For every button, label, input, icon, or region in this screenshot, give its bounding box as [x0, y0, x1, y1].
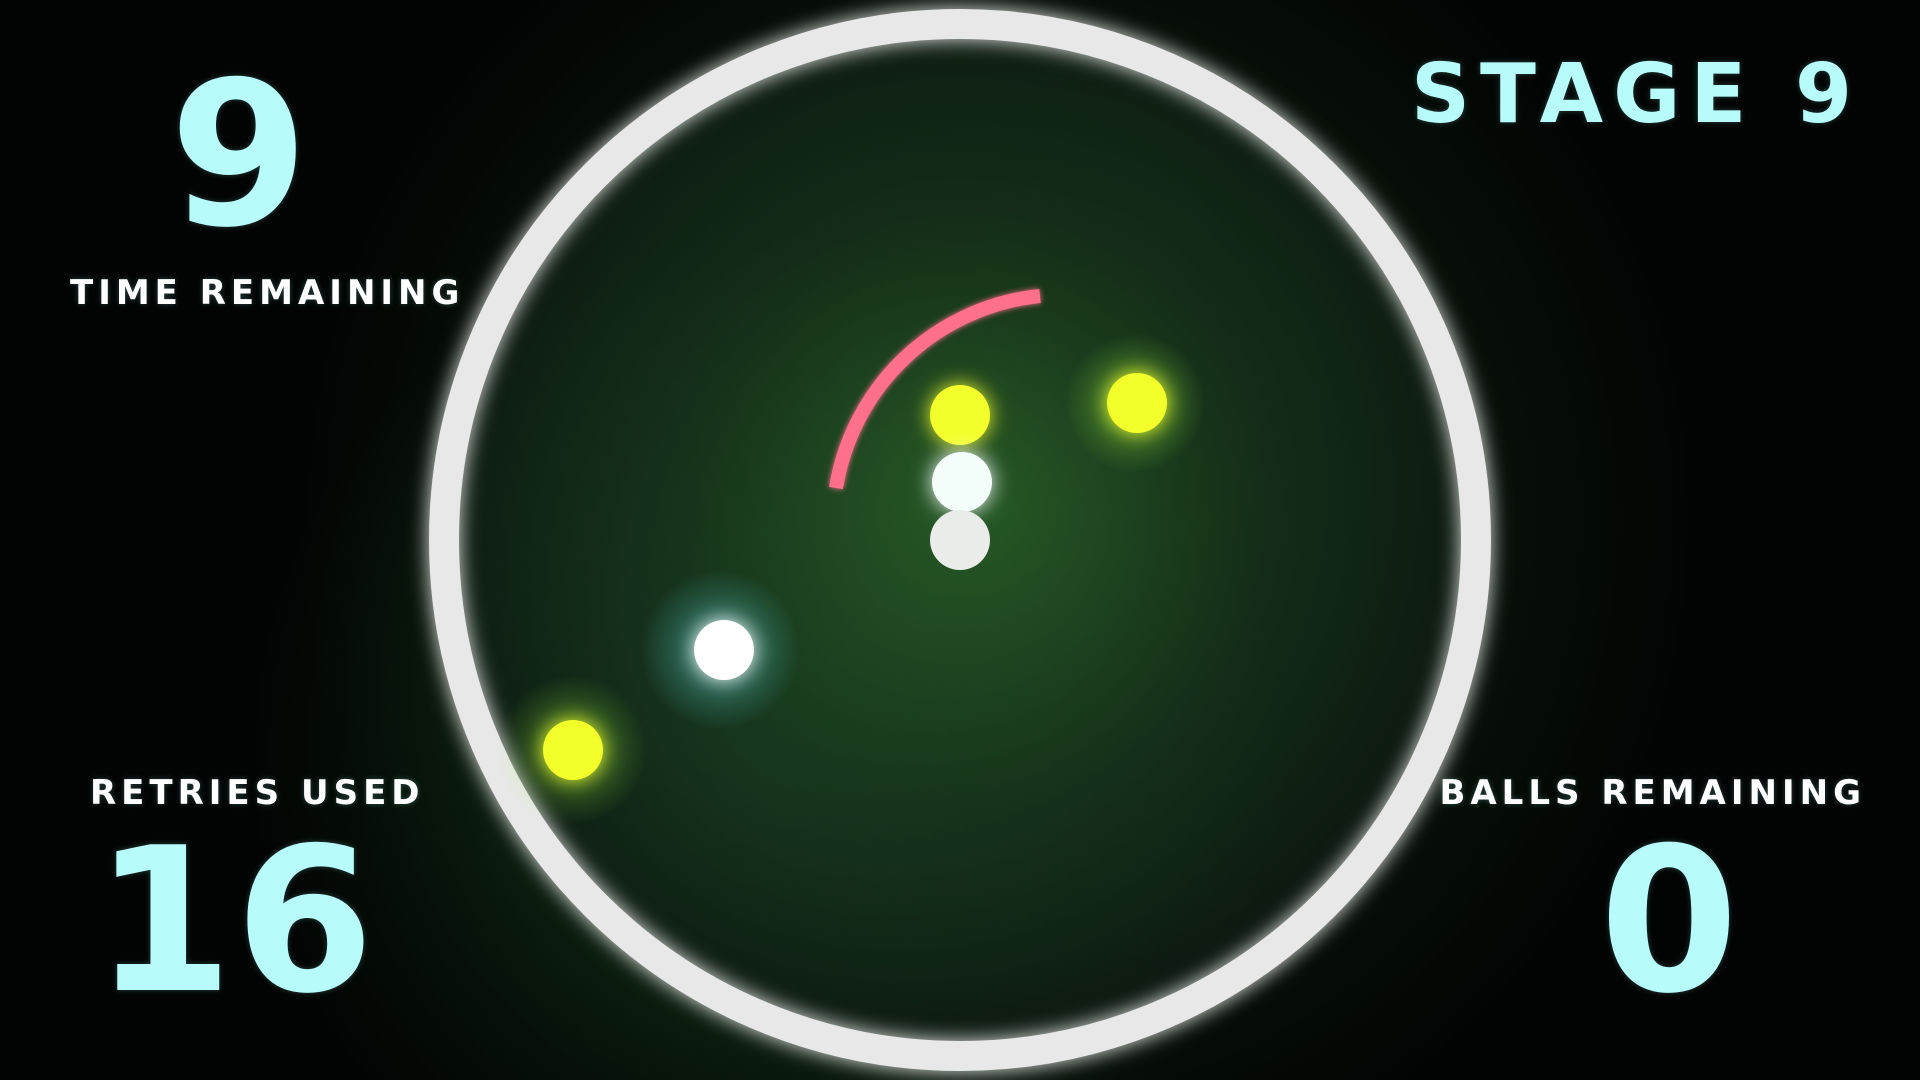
stage-label: Stage 9	[1410, 47, 1862, 142]
time-remaining-label: Time Remaining	[70, 273, 465, 313]
white-ball-icon	[930, 510, 990, 570]
yellow-ball-icon	[543, 720, 603, 780]
time-remaining-value: 9	[169, 39, 311, 272]
white-ball-icon	[932, 452, 992, 512]
retries-used-value: 16	[93, 805, 377, 1038]
balls-remaining-value: 0	[1599, 805, 1741, 1038]
glowing-white-ball-icon	[694, 620, 754, 680]
game-screen: 9 Time Remaining Stage 9 Retries Used 16…	[0, 0, 1920, 1080]
yellow-ball-icon	[1107, 373, 1167, 433]
yellow-ball-icon	[930, 385, 990, 445]
